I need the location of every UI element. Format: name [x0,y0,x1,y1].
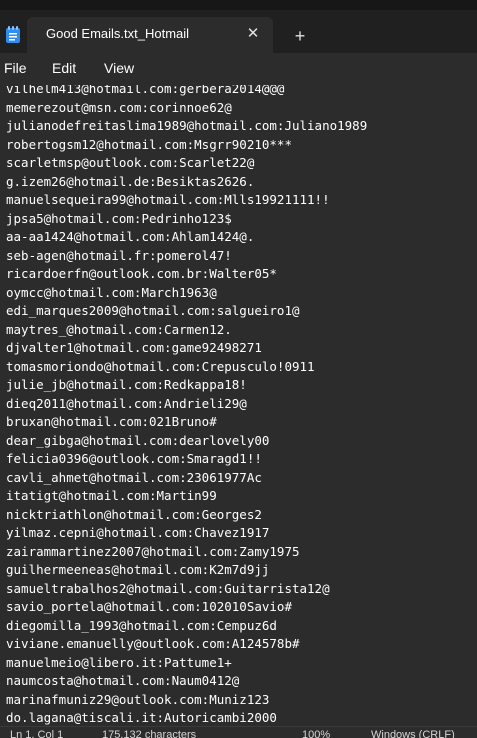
text-line: felicia0396@outlook.com:Smaragd1!! [6,451,262,466]
text-line: nicktriathlon@hotmail.com:Georges2 [6,506,262,522]
text-line: manuelmeio@libero.it:Pattume1+ [6,654,232,670]
text-line: julie_jb@hotmail.com:Redkappa18! [6,377,247,392]
text-line: g.izem26@hotmail.de:Besiktas2626. [6,173,255,189]
text-line: zairammartinez2007@hotmail.com:Zamy1975 [6,543,300,559]
text-line: ricardoerfn@outlook.com.br:Walter05* [6,266,277,281]
menu-file[interactable]: File [4,60,27,76]
text-editor[interactable]: vilhelm413@hotmail.com:gerbera2014@@@ mem… [0,85,477,726]
text-line: robertogsm12@hotmail.com:Msgrr90210*** [6,136,292,152]
editor-content[interactable]: vilhelm413@hotmail.com:gerbera2014@@@ mem… [6,85,367,726]
menu-bar: File Edit View [0,53,477,85]
text-line: memerezout@msn.com:corinnoe62@ [6,99,232,115]
menu-edit[interactable]: Edit [52,60,76,76]
text-line: dear_gibga@hotmail.com:dearlovely00 [6,432,270,448]
text-line: tomasmoriondo@hotmail.com:Crepusculo!091… [6,358,315,374]
vertical-scrollbar[interactable] [465,85,477,726]
text-line: dieq2011@hotmail.com:Andrieli29@ [6,395,247,411]
menu-view[interactable]: View [104,60,134,76]
tab-bar: Good Emails.txt_Hotmail ✕ + [0,0,477,53]
text-line: scarletmsp@outlook.com:Scarlet22@ [6,155,255,170]
text-line: cavli_ahmet@hotmail.com:23061977Ac [6,469,262,485]
text-line: julianodefreitaslima1989@hotmail.com:Jul… [6,118,368,133]
notepad-icon [5,26,21,44]
tab-title: Good Emails.txt_Hotmail [46,26,190,41]
text-line: do.lagana@tiscali.it:Autoricambi2000 [6,710,277,725]
text-line: naumcosta@hotmail.com:Naum0412@ [6,673,240,688]
text-line: aa-aa1424@hotmail.com:Ahlam1424@. [6,229,255,244]
text-line: guilhermeeneas@hotmail.com:K2m7d9jj [6,562,270,577]
text-line: savio_portela@hotmail.com:102010Savio# [6,599,292,614]
text-line: seb-agen@hotmail.fr:pomerol47! [6,247,232,263]
text-line: djvalter1@hotmail.com:game92498271 [6,340,262,355]
new-tab-plus-icon[interactable]: + [288,24,312,48]
title-strip [0,0,477,10]
text-line: maytres_@hotmail.com:Carmen12. [6,321,232,337]
text-line: marinafmuniz29@outlook.com:Muniz123 [6,691,270,707]
tab-good-emails[interactable]: Good Emails.txt_Hotmail ✕ [27,17,273,53]
text-line: itatigt@hotmail.com:Martin99 [6,488,217,503]
text-line: vilhelm413@hotmail.com:gerbera2014@@@ [6,85,285,96]
text-line: yilmaz.cepni@hotmail.com:Chavez1917 [6,525,270,540]
text-line: diegomilla_1993@hotmail.com:Cempuz6d [6,617,277,633]
text-line: jpsa5@hotmail.com:Pedrinho123$ [6,210,232,226]
close-icon[interactable]: ✕ [242,23,264,45]
text-line: oymcc@hotmail.com:March1963@ [6,284,217,300]
text-line: samueltrabalhos2@hotmail.com:Guitarrista… [6,580,330,596]
text-line: manuelsequeira99@hotmail.com:Mlls1992111… [6,192,330,207]
text-line: viviane.emanuelly@outlook.com:A124578b# [6,636,300,651]
status-bar: Ln 1, Col 1 175,132 characters 100% Wind… [0,726,477,738]
text-line: edi_marques2009@hotmail.com:salgueiro1@ [6,303,300,318]
text-line: bruxan@hotmail.com:021Bruno# [6,414,217,429]
